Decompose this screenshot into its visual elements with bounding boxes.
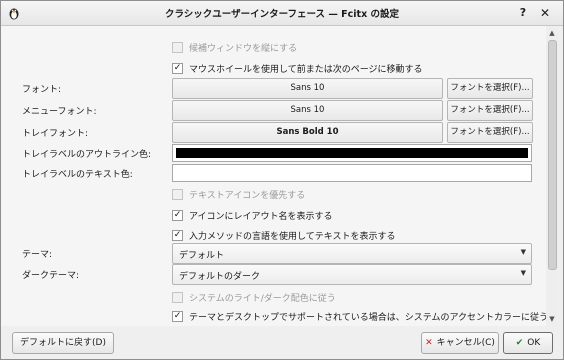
check-icon: ✓ bbox=[172, 210, 183, 221]
vertical-candidate-row: 候補ウィンドウを縦にする bbox=[1, 37, 546, 57]
text-color-picker[interactable] bbox=[172, 164, 532, 182]
show-language-text-row: ✓ 入力メソッドの言語を使用してテキストを表示する bbox=[1, 225, 546, 245]
app-penguin-icon[interactable] bbox=[7, 6, 21, 20]
window-title: クラシックユーザーインターフェース — Fcitx の設定 bbox=[164, 9, 400, 20]
menu-font-preview-button[interactable]: Sans 10 bbox=[172, 100, 443, 121]
checkbox-box bbox=[172, 292, 183, 303]
checkbox-label: マウスホイールを使用して前または次のページに移動する bbox=[189, 65, 423, 75]
ok-icon: ✔ bbox=[515, 338, 524, 348]
dark-theme-row: ダークテーマ: デフォルトのダーク ▼ bbox=[1, 264, 546, 285]
settings-dialog: クラシックユーザーインターフェース — Fcitx の設定 ? ✕ 候補ウィンド… bbox=[0, 0, 564, 360]
text-color-swatch bbox=[176, 168, 528, 178]
scroll-up-icon[interactable]: ▲ bbox=[548, 29, 556, 37]
show-layout-name-row: ✓ アイコンにレイアウト名を表示する bbox=[1, 205, 546, 225]
font-preview-button[interactable]: Sans 10 bbox=[172, 78, 443, 99]
check-icon: ✓ bbox=[172, 311, 183, 322]
text-color-label: トレイラベルのテキスト色: bbox=[22, 170, 133, 180]
dark-theme-value: デフォルトのダーク bbox=[179, 272, 261, 282]
select-font-button[interactable]: フォントを選択(F)... bbox=[447, 78, 533, 99]
font-label: フォント: bbox=[22, 85, 62, 95]
chevron-down-icon: ▼ bbox=[520, 248, 526, 256]
outline-color-picker[interactable] bbox=[172, 144, 532, 162]
theme-value: デフォルト bbox=[179, 251, 225, 261]
theme-row: テーマ: デフォルト ▼ bbox=[1, 243, 546, 264]
cancel-icon: ✕ bbox=[425, 338, 433, 348]
restore-defaults-label: デフォルトに戻す(D) bbox=[20, 338, 106, 348]
scroll-down-icon[interactable]: ▼ bbox=[548, 315, 556, 323]
settings-panel: 候補ウィンドウを縦にする ✓ マウスホイールを使用して前または次のページに移動す… bbox=[1, 26, 548, 326]
check-icon: ✓ bbox=[172, 63, 183, 74]
dialog-button-bar: デフォルトに戻す(D) ✕ キャンセル(C) ✔ OK bbox=[1, 327, 563, 359]
restore-defaults-button[interactable]: デフォルトに戻す(D) bbox=[12, 332, 114, 354]
text-color-row: トレイラベルのテキスト色: bbox=[1, 164, 546, 184]
follow-system-dark-row: システムのライト/ダーク配色に従う bbox=[1, 287, 546, 307]
checkbox-label: アイコンにレイアウト名を表示する bbox=[189, 212, 333, 222]
vertical-scrollbar[interactable]: ▲ ▼ bbox=[546, 26, 558, 326]
checkbox-label: テキストアイコンを優先する bbox=[189, 191, 306, 201]
help-button[interactable]: ? bbox=[515, 5, 531, 21]
accent-color-checkbox[interactable]: ✓ テーマとデスクトップでサポートされている場合は、システムのアクセントカラーに… bbox=[172, 310, 548, 323]
show-layout-name-checkbox[interactable]: ✓ アイコンにレイアウト名を表示する bbox=[172, 209, 333, 222]
vertical-candidate-checkbox[interactable]: 候補ウィンドウを縦にする bbox=[172, 41, 297, 54]
dark-theme-label: ダークテーマ: bbox=[22, 271, 80, 281]
font-row: フォント: Sans 10 フォントを選択(F)... bbox=[1, 78, 546, 99]
close-button[interactable]: ✕ bbox=[537, 5, 553, 21]
checkbox-label: システムのライト/ダーク配色に従う bbox=[189, 294, 336, 304]
checkbox-box bbox=[172, 42, 183, 53]
cancel-button[interactable]: ✕ キャンセル(C) bbox=[421, 332, 499, 354]
show-language-text-checkbox[interactable]: ✓ 入力メソッドの言語を使用してテキストを表示する bbox=[172, 229, 395, 242]
checkbox-box bbox=[172, 189, 183, 200]
ok-label: OK bbox=[527, 338, 541, 348]
follow-system-dark-checkbox[interactable]: システムのライト/ダーク配色に従う bbox=[172, 291, 336, 304]
ok-button[interactable]: ✔ OK bbox=[503, 332, 553, 354]
checkbox-label: テーマとデスクトップでサポートされている場合は、システムのアクセントカラーに従う bbox=[189, 313, 549, 323]
outline-color-swatch bbox=[176, 148, 528, 158]
prefer-text-icon-row: テキストアイコンを優先する bbox=[1, 184, 546, 204]
mouse-wheel-checkbox[interactable]: ✓ マウスホイールを使用して前または次のページに移動する bbox=[172, 62, 423, 75]
mouse-wheel-row: ✓ マウスホイールを使用して前または次のページに移動する bbox=[1, 58, 546, 78]
chevron-down-icon: ▼ bbox=[520, 269, 526, 277]
accent-color-row: ✓ テーマとデスクトップでサポートされている場合は、システムのアクセントカラーに… bbox=[1, 306, 548, 326]
scrollbar-thumb[interactable] bbox=[548, 40, 557, 270]
outline-color-label: トレイラベルのアウトライン色: bbox=[22, 150, 152, 160]
tray-font-label: トレイフォント: bbox=[22, 129, 89, 139]
theme-label: テーマ: bbox=[22, 250, 53, 260]
prefer-text-icon-checkbox[interactable]: テキストアイコンを優先する bbox=[172, 188, 305, 201]
title-bar: クラシックユーザーインターフェース — Fcitx の設定 ? ✕ bbox=[1, 1, 563, 26]
select-tray-font-button[interactable]: フォントを選択(F)... bbox=[447, 122, 533, 143]
checkbox-label: 入力メソッドの言語を使用してテキストを表示する bbox=[189, 232, 396, 242]
dark-theme-dropdown[interactable]: デフォルトのダーク ▼ bbox=[172, 264, 532, 285]
outline-color-row: トレイラベルのアウトライン色: bbox=[1, 144, 546, 164]
cancel-label: キャンセル(C) bbox=[436, 338, 495, 348]
check-icon: ✓ bbox=[172, 230, 183, 241]
tray-font-row: トレイフォント: Sans Bold 10 フォントを選択(F)... bbox=[1, 122, 546, 143]
select-menu-font-button[interactable]: フォントを選択(F)... bbox=[447, 100, 533, 121]
tray-font-preview-button[interactable]: Sans Bold 10 bbox=[172, 122, 443, 143]
menu-font-row: メニューフォント: Sans 10 フォントを選択(F)... bbox=[1, 100, 546, 121]
theme-dropdown[interactable]: デフォルト ▼ bbox=[172, 243, 532, 264]
menu-font-label: メニューフォント: bbox=[22, 107, 97, 117]
checkbox-label: 候補ウィンドウを縦にする bbox=[189, 44, 298, 54]
